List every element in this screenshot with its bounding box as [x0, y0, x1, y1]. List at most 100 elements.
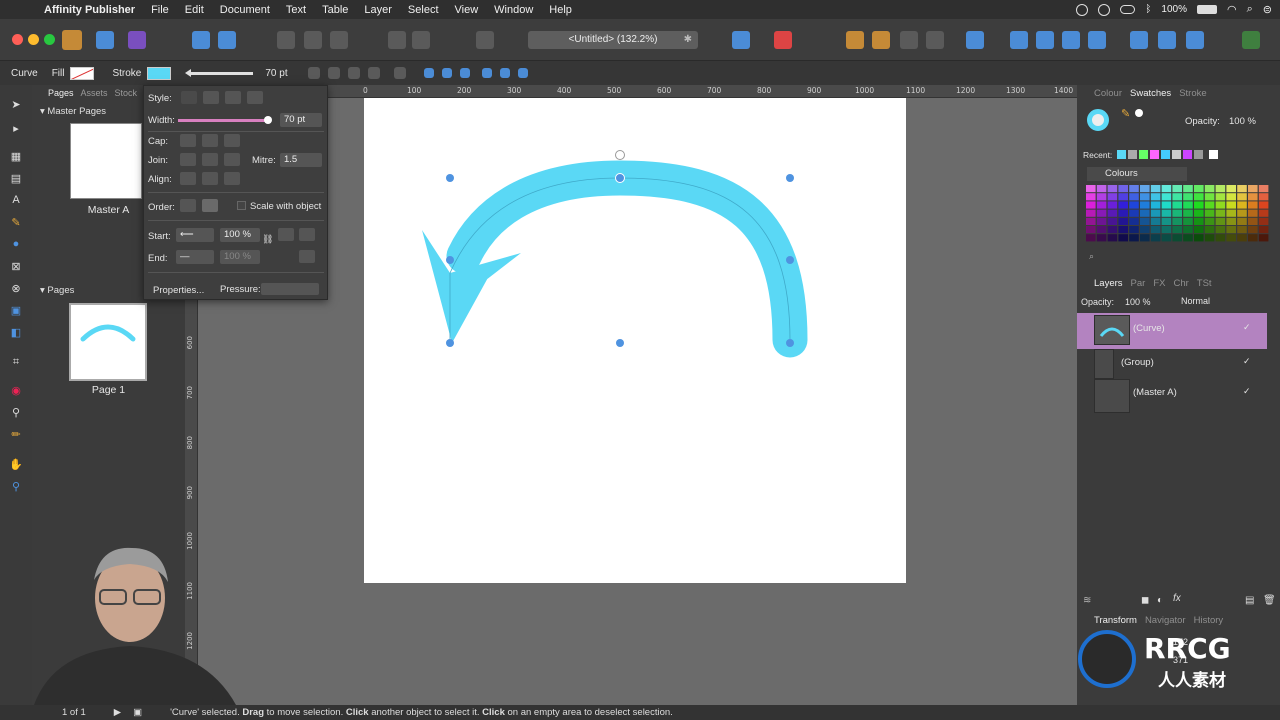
tab-pages[interactable]: Pages — [48, 88, 74, 98]
bluetooth-icon[interactable]: ᛒ — [1145, 4, 1151, 15]
align-left-small-icon[interactable] — [423, 68, 434, 78]
palette-swatch[interactable] — [1204, 234, 1215, 242]
palette-swatch[interactable] — [1226, 185, 1236, 193]
palette-swatch[interactable] — [1140, 185, 1150, 193]
next-page-icon[interactable]: ▶ — [114, 707, 121, 718]
fx-icon[interactable]: fx — [1173, 593, 1181, 604]
palette-swatch[interactable] — [1150, 201, 1161, 209]
cap-butt-button[interactable] — [180, 134, 196, 147]
palette-swatch[interactable] — [1258, 185, 1269, 193]
menu-select[interactable]: Select — [400, 4, 447, 16]
menu-text[interactable]: Text — [278, 4, 314, 16]
palette-swatch[interactable] — [1096, 226, 1107, 234]
fill-swatch[interactable] — [70, 66, 95, 80]
transparency-tool-icon[interactable]: ✏ — [9, 427, 23, 441]
palette-swatch[interactable] — [1248, 193, 1258, 201]
palette-swatch[interactable] — [1129, 185, 1139, 193]
palette-swatch[interactable] — [1237, 201, 1247, 209]
palette-swatch[interactable] — [1204, 201, 1215, 209]
tab-stroke[interactable]: Stroke — [1179, 88, 1206, 99]
palette-swatch[interactable] — [1107, 234, 1118, 242]
palette-swatch[interactable] — [1150, 193, 1161, 201]
palette-swatch[interactable] — [1118, 193, 1128, 201]
layers-stack-icon[interactable]: ≋ — [1083, 595, 1091, 606]
palette-swatch[interactable] — [1183, 201, 1193, 209]
artistic-text-tool-icon[interactable]: A — [9, 193, 23, 207]
palette-swatch[interactable] — [1140, 226, 1150, 234]
layer-visibility-checkbox[interactable]: ✓ — [1243, 386, 1253, 396]
palette-swatch[interactable] — [1226, 193, 1236, 201]
palette-swatch[interactable] — [1107, 217, 1118, 225]
rotate-cw-icon[interactable] — [1088, 31, 1106, 49]
palette-swatch[interactable] — [1183, 226, 1193, 234]
battery-icon[interactable] — [1197, 5, 1217, 14]
palette-swatch[interactable] — [1096, 193, 1107, 201]
tab-swatches[interactable]: Swatches — [1130, 88, 1171, 99]
fill-stroke-wells[interactable] — [1087, 109, 1109, 131]
palette-swatch[interactable] — [1129, 234, 1139, 242]
align-top-small-icon[interactable] — [481, 68, 492, 78]
palette-swatch[interactable] — [1204, 209, 1215, 217]
palette-swatch[interactable] — [1107, 226, 1118, 234]
palette-swatch[interactable] — [1140, 234, 1150, 242]
cap-square-button[interactable] — [224, 134, 240, 147]
order-front-button[interactable] — [202, 199, 218, 212]
palette-swatch[interactable] — [1118, 217, 1128, 225]
palette-swatch[interactable] — [1150, 226, 1161, 234]
menu-document[interactable]: Document — [212, 4, 278, 16]
align-box-icon[interactable] — [732, 31, 750, 49]
style-brush-button[interactable] — [247, 91, 263, 104]
palette-swatch[interactable] — [1183, 209, 1193, 217]
palette-swatch[interactable] — [1086, 234, 1096, 242]
start-scale-field[interactable]: 100 % — [220, 228, 260, 242]
align-left-icon[interactable] — [966, 31, 984, 49]
mitre-field[interactable]: 1.5 — [280, 153, 322, 167]
scale-with-object-checkbox[interactable] — [237, 201, 246, 210]
palette-swatch[interactable] — [1194, 209, 1204, 217]
end-arrow-select[interactable]: — — [176, 250, 214, 264]
publisher-persona-icon[interactable] — [62, 30, 82, 50]
zoom-tool-icon[interactable]: ⚲ — [9, 479, 23, 493]
page-icon[interactable] — [277, 31, 295, 49]
stroke-width-slider[interactable] — [185, 68, 254, 77]
palette-swatch[interactable] — [1194, 234, 1204, 242]
cap-round-button[interactable] — [202, 134, 218, 147]
reset-arrow-button[interactable] — [299, 250, 315, 263]
palette-swatch[interactable] — [1161, 193, 1172, 201]
crop-tool-icon[interactable]: ⌗ — [9, 355, 23, 369]
frame-text-tool-icon[interactable]: ▦ — [9, 149, 23, 163]
recent-color-swatch[interactable] — [1172, 150, 1181, 159]
picture-frame-tool-icon[interactable]: ⊠ — [9, 259, 23, 273]
menu-help[interactable]: Help — [541, 4, 580, 16]
recent-color-swatch[interactable] — [1194, 150, 1203, 159]
photo-persona-icon[interactable] — [96, 31, 114, 49]
palette-swatch[interactable] — [1194, 217, 1204, 225]
tab-fx[interactable]: FX — [1153, 278, 1165, 289]
palette-swatch[interactable] — [1204, 226, 1215, 234]
layer-row-group[interactable]: (Group) ✓ — [1077, 347, 1267, 379]
document-title-tab[interactable]: <Untitled> (132.2%) ✱ — [528, 31, 698, 49]
palette-select[interactable]: Colours — [1087, 167, 1187, 181]
adjustment-icon[interactable]: ◐ — [1157, 595, 1163, 606]
align-center-button[interactable] — [202, 172, 218, 185]
arrow-up-icon[interactable] — [388, 31, 406, 49]
zoom-window-button[interactable] — [44, 34, 55, 45]
boolean-add-icon[interactable] — [1130, 31, 1148, 49]
canvas-area[interactable] — [198, 98, 1077, 705]
boolean-subtract-icon[interactable] — [1158, 31, 1176, 49]
align-center-small-icon[interactable] — [441, 68, 452, 78]
eye-icon[interactable] — [327, 67, 340, 79]
layer-opacity-value[interactable]: 100 % — [1125, 297, 1151, 307]
designer-persona-icon[interactable] — [128, 31, 146, 49]
spread-icon[interactable]: ▣ — [133, 707, 142, 718]
palette-swatch[interactable] — [1237, 193, 1247, 201]
palette-swatch[interactable] — [1258, 217, 1269, 225]
palette-swatch[interactable] — [1204, 185, 1215, 193]
palette-swatch[interactable] — [1183, 217, 1193, 225]
palette-swatch[interactable] — [1107, 193, 1118, 201]
end-scale-field[interactable]: 100 % — [220, 250, 260, 264]
palette-swatch[interactable] — [1096, 217, 1107, 225]
snapping-icon[interactable] — [774, 31, 792, 49]
tab-text-styles[interactable]: TSt — [1197, 278, 1212, 289]
recent-color-swatch[interactable] — [1161, 150, 1170, 159]
